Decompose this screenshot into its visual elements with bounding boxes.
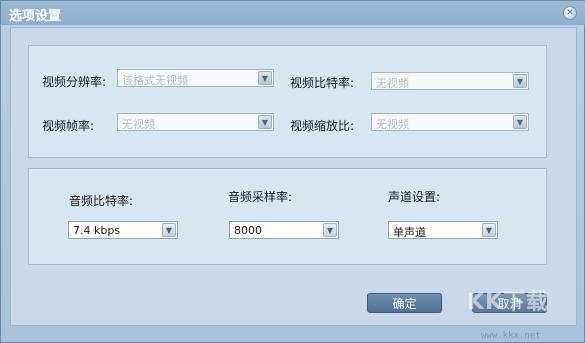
chevron-down-icon[interactable]: ▼	[258, 71, 272, 85]
video-settings-group	[28, 45, 547, 158]
chevron-down-icon[interactable]: ▼	[482, 223, 496, 237]
audio-samplerate-select[interactable]: 8000 ▼	[229, 221, 339, 239]
chevron-down-icon[interactable]: ▼	[258, 115, 272, 129]
video-framerate-select[interactable]: 无视频 ▼	[117, 113, 274, 131]
audio-bitrate-value: 7.4 kbps	[73, 224, 121, 237]
ok-button[interactable]: 确定	[367, 293, 442, 313]
video-framerate-label: 视频帧率:	[42, 119, 95, 133]
video-resolution-label: 视频分辨率:	[42, 75, 107, 89]
audio-samplerate-value: 8000	[234, 224, 262, 237]
audio-channels-select[interactable]: 单声道 ▼	[388, 221, 498, 239]
video-resolution-value: 该格式无视频	[122, 74, 188, 87]
video-scale-select[interactable]: 无视频 ▼	[371, 113, 529, 131]
chevron-down-icon[interactable]: ▼	[323, 223, 337, 237]
close-icon[interactable]: ✕	[563, 6, 577, 20]
audio-channels-value: 单声道	[393, 226, 426, 239]
audio-bitrate-label: 音频比特率:	[69, 194, 134, 208]
audio-channels-label: 声道设置:	[388, 190, 441, 204]
video-framerate-value: 无视频	[122, 118, 155, 131]
audio-samplerate-label: 音频采样率:	[228, 190, 293, 204]
video-bitrate-value: 无视频	[376, 77, 409, 90]
video-scale-value: 无视频	[376, 118, 409, 131]
options-dialog: 选项设置 ✕ 视频分辨率: 该格式无视频 ▼ 视频比特率: 无视频 ▼ 视频帧率…	[0, 0, 585, 343]
chevron-down-icon[interactable]: ▼	[513, 74, 527, 88]
chevron-down-icon[interactable]: ▼	[513, 115, 527, 129]
watermark-logo: KK下载	[467, 290, 550, 315]
video-resolution-select[interactable]: 该格式无视频 ▼	[117, 69, 274, 87]
watermark-url: www.kkx.net	[481, 331, 541, 341]
dialog-title: 选项设置	[9, 9, 62, 24]
title-bar: 选项设置 ✕	[1, 1, 585, 25]
video-scale-label: 视频缩放比:	[290, 119, 355, 133]
audio-bitrate-select[interactable]: 7.4 kbps ▼	[68, 221, 178, 239]
video-bitrate-label: 视频比特率:	[290, 76, 355, 90]
chevron-down-icon[interactable]: ▼	[162, 223, 176, 237]
audio-settings-group	[28, 168, 547, 265]
video-bitrate-select[interactable]: 无视频 ▼	[371, 72, 529, 90]
